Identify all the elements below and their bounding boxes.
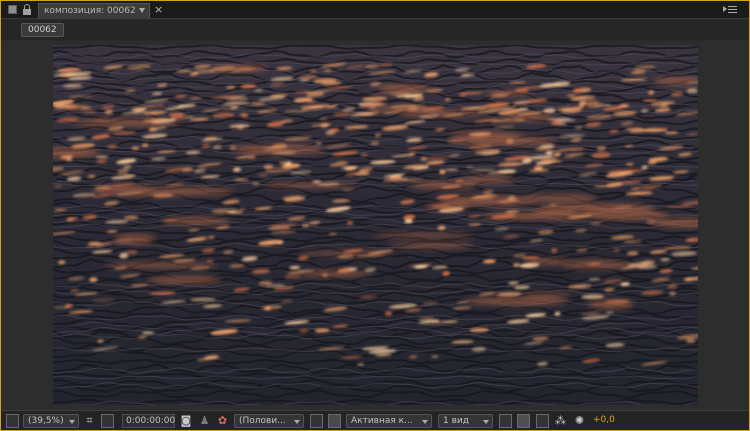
chevron-right-icon[interactable]: [723, 6, 727, 12]
chevron-down-icon[interactable]: [139, 8, 145, 13]
lock-icon[interactable]: [23, 4, 31, 15]
color-channels-icon[interactable]: ✿: [216, 414, 229, 428]
tab-label: композиция: 00062: [44, 6, 136, 16]
fast-preview-icon[interactable]: [517, 414, 530, 428]
toggle-pixel-aspect-icon[interactable]: [499, 414, 512, 428]
tab-bar: композиция: 00062 ×: [1, 1, 749, 19]
zoom-value: (39,5%): [28, 416, 64, 426]
timeline-icon[interactable]: [536, 414, 549, 428]
composition-panel: композиция: 00062 × 00062 (39,5%) ⌗ 0:00…: [0, 0, 750, 431]
panel-menu-icon[interactable]: [8, 5, 17, 14]
region-of-interest-icon[interactable]: [310, 414, 323, 428]
view-layout-dropdown[interactable]: 1 вид: [438, 414, 493, 428]
always-preview-icon[interactable]: [6, 414, 19, 428]
camera-icon[interactable]: ◙: [179, 414, 193, 428]
transparency-grid-icon[interactable]: [101, 414, 114, 428]
viewer-toolbar: (39,5%) ⌗ 0:00:00:00 ◙ ♟ ✿ (Полови... Ак…: [1, 410, 749, 430]
breadcrumb-item[interactable]: 00062: [21, 23, 64, 37]
timecode-value: 0:00:00:00: [126, 416, 176, 426]
active-camera-dropdown[interactable]: Активная к...: [346, 414, 432, 428]
grid-icon[interactable]: ⌗: [83, 414, 96, 428]
channel-icon[interactable]: ♟: [198, 414, 211, 428]
flowchart-icon[interactable]: ⁂: [554, 414, 567, 428]
timecode-display[interactable]: 0:00:00:00: [122, 414, 175, 428]
ocean-image: [53, 45, 698, 405]
breadcrumb: 00062: [1, 20, 749, 40]
composition-viewer[interactable]: [1, 41, 749, 410]
resolution-value: (Полови...: [239, 416, 286, 426]
close-icon[interactable]: ×: [154, 3, 163, 16]
exposure-value[interactable]: +0,0: [593, 414, 621, 428]
zoom-dropdown[interactable]: (39,5%): [23, 414, 79, 428]
checkerboard-icon[interactable]: [328, 414, 341, 428]
active-camera-value: Активная к...: [351, 416, 413, 426]
hamburger-menu-icon[interactable]: [728, 6, 737, 15]
view-layout-value: 1 вид: [443, 416, 469, 426]
footage-frame: [53, 45, 698, 405]
exposure-text: +0,0: [593, 415, 615, 425]
exposure-reset-icon[interactable]: ✺: [573, 414, 586, 428]
resolution-dropdown[interactable]: (Полови...: [234, 414, 304, 428]
tab-composition[interactable]: композиция: 00062: [38, 3, 150, 19]
